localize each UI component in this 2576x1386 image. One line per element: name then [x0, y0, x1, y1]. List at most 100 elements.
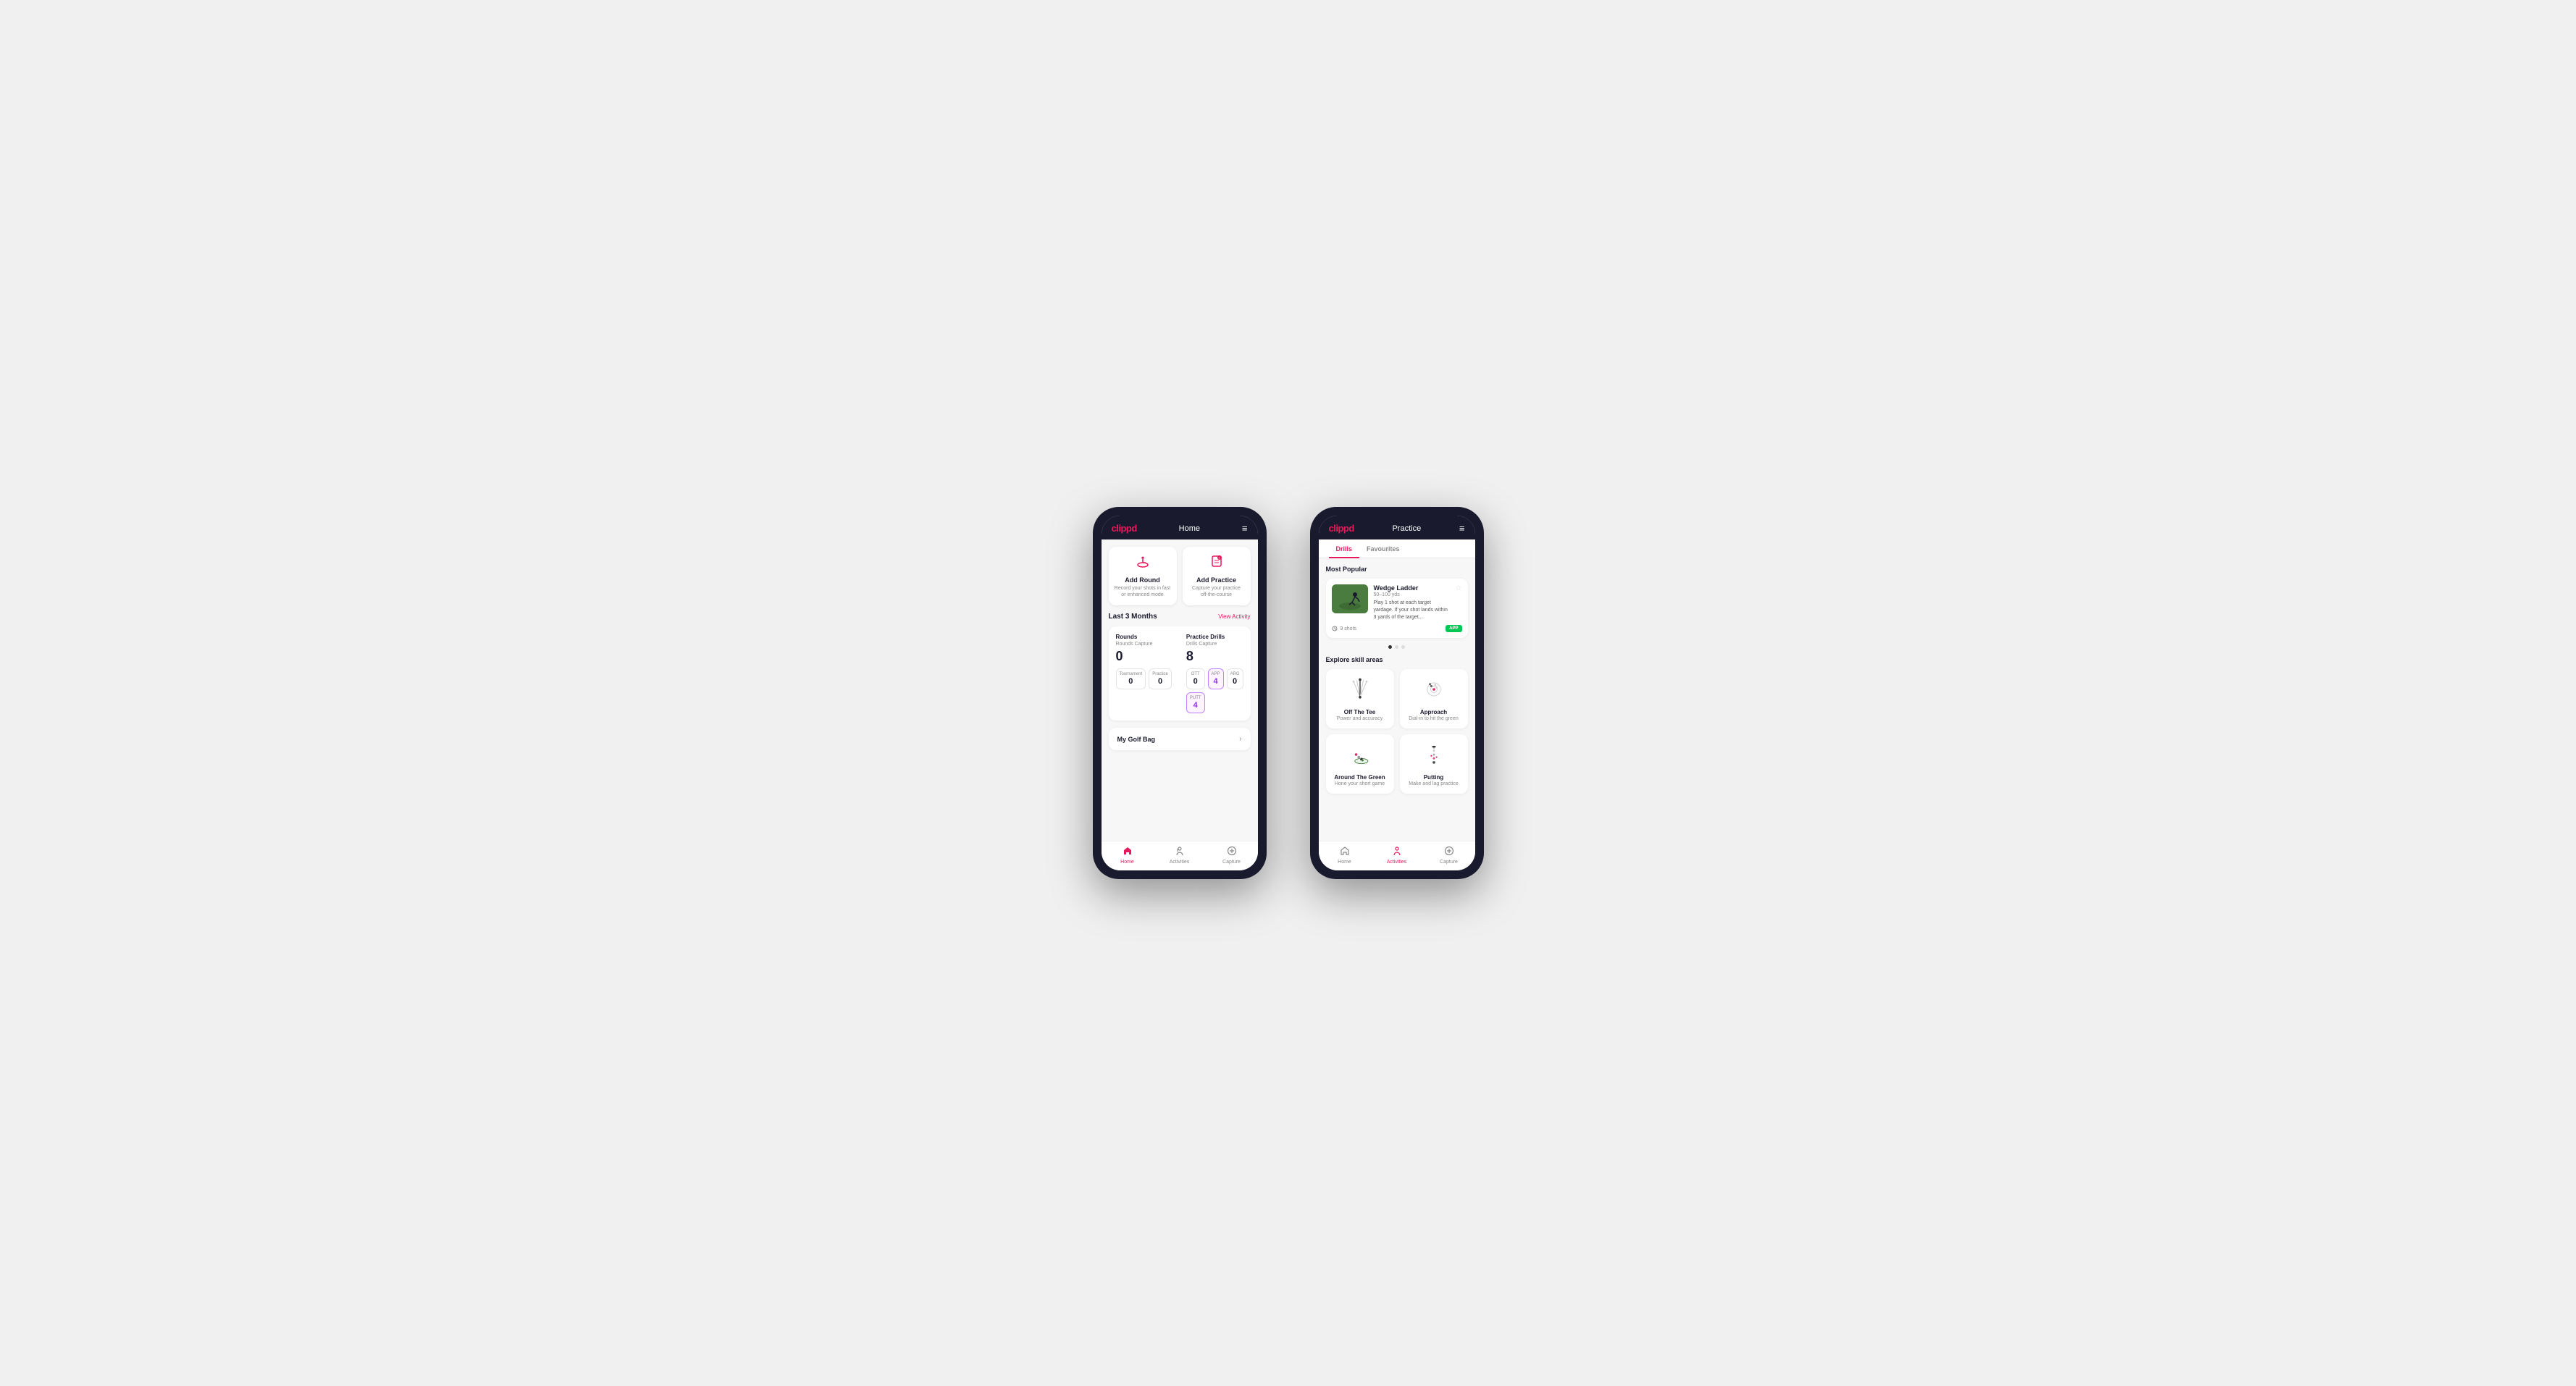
home-icon-2 — [1340, 846, 1350, 858]
dot-2[interactable] — [1395, 645, 1398, 649]
drill-card-header: Wedge Ladder 50–100 yds Play 1 shot at e… — [1332, 584, 1462, 621]
app-badge: APP — [1446, 625, 1461, 632]
activity-header: Last 3 Months View Activity — [1109, 613, 1251, 621]
rounds-total: 0 — [1116, 649, 1172, 664]
carousel-dots — [1326, 645, 1468, 649]
drill-shots: 9 shots — [1332, 626, 1357, 631]
topbar-home: clippd Home ≡ — [1102, 516, 1258, 539]
nav-home-2[interactable]: Home — [1319, 846, 1371, 865]
off-the-tee-name: Off The Tee — [1333, 709, 1387, 715]
capture-icon-2 — [1444, 846, 1454, 858]
add-round-subtitle: Record your shots in fast or enhanced mo… — [1115, 585, 1171, 598]
golf-bag-title: My Golf Bag — [1117, 736, 1156, 743]
nav-home-label-2: Home — [1338, 860, 1351, 865]
page-title: Home — [1179, 524, 1200, 533]
shots-count: 9 shots — [1340, 626, 1356, 631]
rounds-col: Rounds Rounds Capture 0 Tournament 0 Pra… — [1116, 634, 1172, 713]
golf-bag-row[interactable]: My Golf Bag › — [1109, 728, 1251, 750]
home-content: Add Round Record your shots in fast or e… — [1102, 539, 1258, 841]
activities-icon — [1175, 846, 1185, 858]
drills-grid: OTT 0 APP 4 ARG 0 — [1186, 668, 1243, 713]
skill-putting[interactable]: Putting Make and lag practice — [1400, 734, 1468, 794]
rounds-capture-label: Rounds Capture — [1116, 642, 1172, 647]
drill-thumbnail — [1332, 584, 1368, 613]
phone-practice: clippd Practice ≡ Drills Favourites Most… — [1310, 507, 1484, 879]
drill-name: Wedge Ladder — [1374, 584, 1450, 592]
tab-drills[interactable]: Drills — [1329, 539, 1360, 558]
dot-3[interactable] — [1401, 645, 1405, 649]
ott-value: 0 — [1190, 677, 1201, 686]
add-practice-card[interactable]: + Add Practice Capture your practice off… — [1183, 547, 1251, 605]
app-box: APP 4 — [1208, 668, 1224, 689]
rounds-grid: Tournament 0 Practice 0 — [1116, 668, 1172, 689]
ott-box: OTT 0 — [1186, 668, 1205, 689]
star-icon[interactable]: ☆ — [1456, 584, 1462, 592]
nav-capture[interactable]: Capture — [1206, 846, 1258, 865]
putting-icon — [1421, 742, 1447, 768]
explore-label: Explore skill areas — [1326, 656, 1468, 663]
action-cards: Add Round Record your shots in fast or e… — [1109, 547, 1251, 605]
putting-subtitle: Make and lag practice — [1407, 781, 1461, 786]
nav-home[interactable]: Home — [1102, 846, 1154, 865]
off-the-tee-icon — [1347, 676, 1373, 702]
practice-value: 0 — [1152, 677, 1168, 686]
tournament-value: 0 — [1120, 677, 1143, 686]
drill-yardage: 50–100 yds — [1374, 592, 1450, 597]
skill-grid: Off The Tee Power and accuracy — [1326, 669, 1468, 794]
skill-off-the-tee[interactable]: Off The Tee Power and accuracy — [1326, 669, 1394, 728]
nav-activities-label-2: Activities — [1387, 860, 1407, 865]
nav-capture-label-2: Capture — [1440, 860, 1458, 865]
app-value: 4 — [1212, 677, 1220, 686]
app-label: APP — [1212, 672, 1220, 676]
drills-capture-label: Drills Capture — [1186, 642, 1243, 647]
arg-value: 0 — [1230, 677, 1240, 686]
chevron-right-icon: › — [1239, 735, 1241, 743]
most-popular-label: Most Popular — [1326, 566, 1468, 573]
activity-title: Last 3 Months — [1109, 613, 1157, 621]
arg-box: ARG 0 — [1227, 668, 1243, 689]
off-the-tee-subtitle: Power and accuracy — [1333, 716, 1387, 721]
capture-icon — [1227, 846, 1237, 858]
add-practice-icon: + — [1188, 554, 1245, 574]
tournament-box: Tournament 0 — [1116, 668, 1146, 689]
tournament-label: Tournament — [1120, 672, 1143, 676]
logo: clippd — [1112, 523, 1137, 534]
nav-capture-label: Capture — [1222, 860, 1241, 865]
topbar-practice: clippd Practice ≡ — [1319, 516, 1475, 539]
practice-box: Practice 0 — [1149, 668, 1172, 689]
ott-label: OTT — [1190, 672, 1201, 676]
page-title-2: Practice — [1392, 524, 1421, 533]
bottom-nav-practice: Home Activities — [1319, 841, 1475, 870]
approach-subtitle: Dial-in to hit the green — [1407, 716, 1461, 721]
practice-content: Most Popular — [1319, 558, 1475, 841]
dot-1[interactable] — [1388, 645, 1392, 649]
add-round-title: Add Round — [1115, 576, 1171, 584]
nav-capture-2[interactable]: Capture — [1423, 846, 1475, 865]
drill-description: Play 1 shot at each target yardage. If y… — [1374, 600, 1450, 621]
putt-value: 4 — [1190, 701, 1201, 710]
practice-label: Practice — [1152, 672, 1168, 676]
skill-approach[interactable]: Approach Dial-in to hit the green — [1400, 669, 1468, 728]
arg-label: ARG — [1230, 672, 1240, 676]
putt-box: PUTT 4 — [1186, 692, 1205, 713]
tab-favourites[interactable]: Favourites — [1359, 539, 1407, 558]
logo-2: clippd — [1329, 523, 1354, 534]
drill-card[interactable]: Wedge Ladder 50–100 yds Play 1 shot at e… — [1326, 579, 1468, 638]
view-activity-link[interactable]: View Activity — [1218, 613, 1250, 620]
add-round-card[interactable]: Add Round Record your shots in fast or e… — [1109, 547, 1177, 605]
menu-icon[interactable]: ≡ — [1242, 523, 1248, 534]
putt-label: PUTT — [1190, 696, 1201, 700]
stats-container: Rounds Rounds Capture 0 Tournament 0 Pra… — [1109, 626, 1251, 721]
tabs-bar: Drills Favourites — [1319, 539, 1475, 558]
nav-activities-label: Activities — [1170, 860, 1190, 865]
rounds-title: Rounds — [1116, 634, 1172, 640]
nav-activities[interactable]: Activities — [1154, 846, 1206, 865]
bottom-nav-home: Home Activities — [1102, 841, 1258, 870]
drill-info: Wedge Ladder 50–100 yds Play 1 shot at e… — [1374, 584, 1450, 621]
menu-icon-2[interactable]: ≡ — [1459, 523, 1465, 534]
around-the-green-subtitle: Hone your short game — [1333, 781, 1387, 786]
add-practice-subtitle: Capture your practice off-the-course — [1188, 585, 1245, 598]
nav-activities-2[interactable]: Activities — [1371, 846, 1423, 865]
around-the-green-name: Around The Green — [1333, 774, 1387, 781]
skill-around-the-green[interactable]: Around The Green Hone your short game — [1326, 734, 1394, 794]
